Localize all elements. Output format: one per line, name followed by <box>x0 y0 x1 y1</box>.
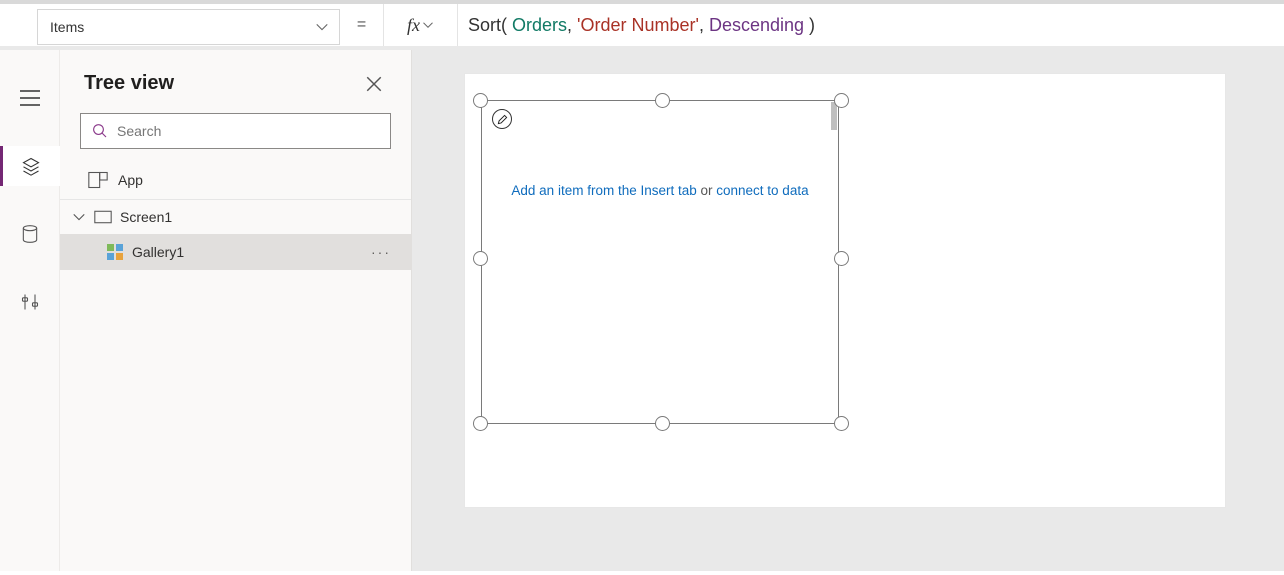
layers-icon <box>20 156 42 176</box>
tools-icon <box>20 291 40 313</box>
database-icon <box>20 223 40 245</box>
chevron-down-icon <box>422 19 434 31</box>
resize-handle[interactable] <box>834 251 849 266</box>
hamburger-icon <box>20 90 40 106</box>
app-icon <box>88 171 108 189</box>
tree-row-screen[interactable]: Screen1 <box>60 200 411 234</box>
hamburger-button[interactable] <box>0 78 60 118</box>
property-selector[interactable]: Items <box>37 9 340 45</box>
formula-input[interactable]: Sort( Orders, 'Order Number', Descending… <box>458 4 1284 46</box>
formula-close: ) <box>804 15 815 36</box>
formula-datasource: Orders <box>512 15 567 36</box>
tree-panel: Tree view App Screen1 Gallery <box>60 50 412 571</box>
gallery-icon <box>106 243 124 261</box>
gallery-hint: Add an item from the Insert tab or conne… <box>482 183 838 198</box>
chevron-down-icon[interactable] <box>72 210 86 224</box>
formula-fn: Sort( <box>468 15 512 36</box>
screen-icon <box>94 210 112 224</box>
property-name: Items <box>50 19 84 35</box>
hint-connect-link[interactable]: connect to data <box>716 183 808 198</box>
screen-label: Screen1 <box>120 209 172 225</box>
rail-data[interactable] <box>0 214 60 254</box>
formula-enum: Descending <box>709 15 804 36</box>
rail-advanced-tools[interactable] <box>0 282 60 322</box>
spacer <box>0 4 37 46</box>
formula-column: 'Order Number' <box>577 15 699 36</box>
search-input[interactable] <box>80 113 391 149</box>
resize-handle[interactable] <box>655 416 670 431</box>
edit-button[interactable] <box>492 109 512 129</box>
tree-row-gallery[interactable]: Gallery1 ··· <box>60 234 411 270</box>
search-icon <box>91 122 109 140</box>
equals-sign: = <box>340 4 384 46</box>
canvas[interactable]: Add an item from the Insert tab or conne… <box>412 50 1284 571</box>
chevron-down-icon <box>315 20 329 34</box>
resize-handle[interactable] <box>473 93 488 108</box>
rail-tree-view[interactable] <box>0 146 60 186</box>
left-rail <box>0 50 60 571</box>
fx-button[interactable]: fx <box>384 4 458 46</box>
app-label: App <box>118 172 143 188</box>
more-button[interactable]: ··· <box>371 244 391 260</box>
resize-handle[interactable] <box>834 93 849 108</box>
resize-handle[interactable] <box>655 93 670 108</box>
screen-canvas[interactable]: Add an item from the Insert tab or conne… <box>464 73 1226 508</box>
close-icon[interactable] <box>365 75 383 93</box>
formula-bar: Items = fx Sort( Orders, 'Order Number',… <box>0 0 1284 50</box>
gallery-control[interactable]: Add an item from the Insert tab or conne… <box>481 100 839 424</box>
pencil-icon <box>497 114 508 125</box>
resize-handle[interactable] <box>473 416 488 431</box>
hint-insert-link[interactable]: Add an item from the Insert tab <box>511 183 696 198</box>
formula-sep: , <box>567 15 577 36</box>
resize-handle[interactable] <box>473 251 488 266</box>
tree-title: Tree view <box>84 72 174 95</box>
tree-app-row[interactable]: App <box>60 161 411 200</box>
hint-plain: or <box>697 183 717 198</box>
formula-sep: , <box>699 15 709 36</box>
gallery-label: Gallery1 <box>132 244 184 260</box>
fx-icon: fx <box>407 15 420 36</box>
search-field[interactable] <box>117 123 380 139</box>
resize-handle[interactable] <box>834 416 849 431</box>
